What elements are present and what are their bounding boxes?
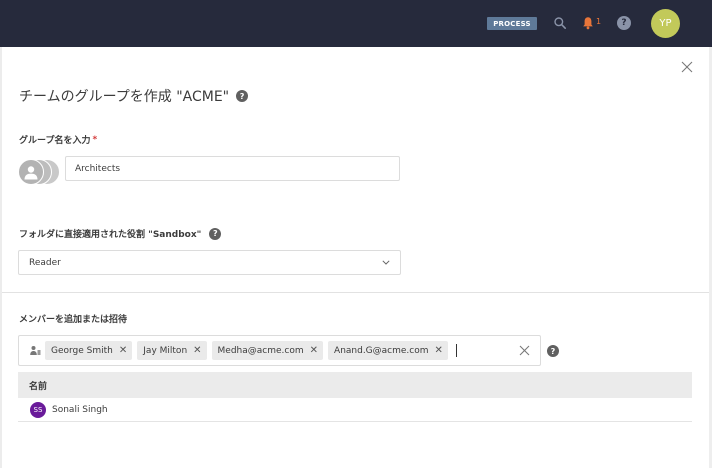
group-name-input[interactable]: Architects	[65, 156, 400, 181]
person-icon	[18, 159, 44, 185]
remove-chip-icon[interactable]: ✕	[119, 345, 127, 356]
member-chip[interactable]: Anand.G@acme.com ✕	[328, 341, 448, 360]
remove-chip-icon[interactable]: ✕	[193, 345, 201, 356]
member-input[interactable]: George Smith ✕ Jay Milton ✕ Medha@acme.c…	[18, 335, 541, 366]
member-name: Sonali Singh	[52, 404, 108, 415]
user-avatar[interactable]: YP	[651, 9, 680, 38]
top-bar: PROCESS 1 ? YP	[0, 0, 712, 47]
member-chip-label: Medha@acme.com	[217, 345, 304, 356]
dialog-left-border	[0, 47, 2, 468]
member-chip-label: Jay Milton	[143, 345, 188, 356]
dialog-title-text: チームのグループを作成 "ACME"	[19, 89, 230, 105]
table-header: 名前	[18, 372, 692, 398]
remove-chip-icon[interactable]: ✕	[435, 345, 443, 356]
role-selected-value: Reader	[29, 257, 61, 268]
group-avatar-stack[interactable]	[18, 159, 62, 187]
member-avatar: SS	[30, 401, 46, 418]
role-help-icon[interactable]: ?	[209, 227, 222, 240]
member-chip-label: Anand.G@acme.com	[334, 345, 429, 356]
members-label: メンバーを追加または招待	[19, 315, 128, 325]
role-dropdown[interactable]: Reader	[18, 250, 401, 275]
search-icon[interactable]	[553, 16, 567, 30]
dialog-title: チームのグループを作成 "ACME" ?	[19, 86, 249, 106]
chevron-down-icon	[382, 260, 390, 265]
group-name-label-text: グループ名を入力	[19, 136, 91, 146]
title-help-icon[interactable]: ?	[236, 90, 249, 102]
group-name-label: グループ名を入力 *	[19, 133, 98, 147]
section-divider	[2, 292, 709, 293]
member-chip[interactable]: Jay Milton ✕	[137, 341, 207, 360]
help-icon[interactable]: ?	[617, 16, 631, 30]
notification-count: 1	[596, 17, 602, 26]
member-chip[interactable]: George Smith ✕	[45, 341, 133, 360]
role-label-text: フォルダに直接適用された役割 "Sandbox"	[19, 230, 202, 240]
column-header-name: 名前	[29, 381, 48, 392]
table-row[interactable]: SS Sonali Singh	[18, 398, 692, 422]
close-icon[interactable]	[681, 61, 693, 73]
remove-chip-icon[interactable]: ✕	[310, 345, 318, 356]
add-member-icon	[30, 346, 41, 355]
bell-icon[interactable]	[582, 16, 594, 30]
clear-icon[interactable]	[519, 345, 530, 356]
process-badge[interactable]: PROCESS	[487, 17, 537, 30]
members-help-icon[interactable]: ?	[547, 345, 559, 357]
text-cursor	[455, 344, 457, 357]
required-mark: *	[92, 134, 98, 145]
role-label: フォルダに直接適用された役割 "Sandbox" ?	[19, 227, 222, 240]
member-chip[interactable]: Medha@acme.com ✕	[211, 341, 324, 360]
member-chip-label: George Smith	[51, 345, 113, 356]
